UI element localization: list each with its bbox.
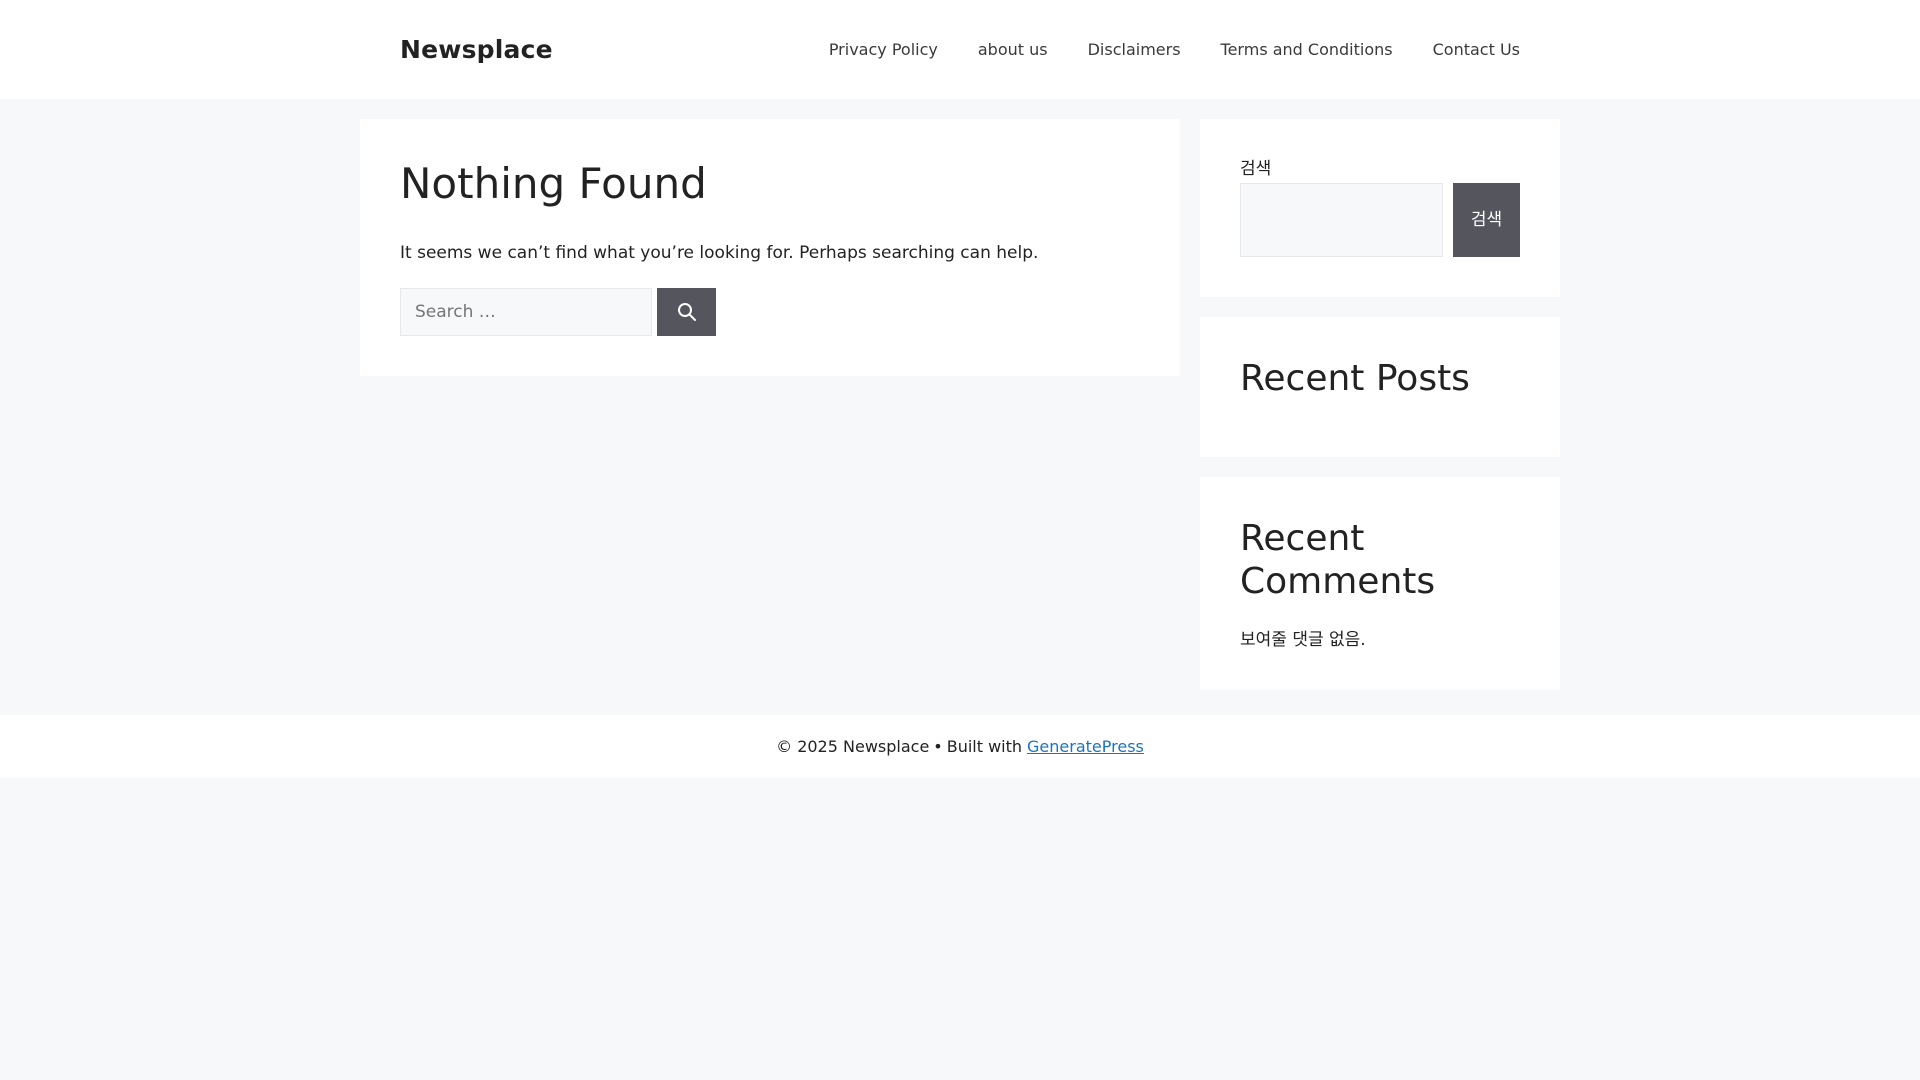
content-area: Nothing Found It seems we can’t find wha… bbox=[360, 99, 1560, 710]
main-content-card: Nothing Found It seems we can’t find wha… bbox=[360, 119, 1180, 377]
main-navigation: Privacy Policy about us Disclaimers Term… bbox=[809, 0, 1540, 99]
search-icon bbox=[677, 303, 696, 322]
nav-item-contact-us[interactable]: Contact Us bbox=[1413, 0, 1540, 99]
search-widget-input[interactable] bbox=[1240, 183, 1443, 258]
recent-comments-widget: Recent Comments 보여줄 댓글 없음. bbox=[1200, 476, 1560, 690]
footer-copyright: © 2025 Newsplace bbox=[776, 737, 930, 756]
footer-generatepress-link[interactable]: GeneratePress bbox=[1027, 737, 1144, 756]
search-widget: 검색 검색 bbox=[1200, 119, 1560, 298]
sidebar: 검색 검색 Recent Posts Recent Comments 보여줄 댓… bbox=[1200, 119, 1560, 710]
header-inner: Newsplace Privacy Policy about us Discla… bbox=[360, 0, 1560, 99]
recent-comments-empty-text: 보여줄 댓글 없음. bbox=[1240, 629, 1366, 650]
no-results-message: It seems we can’t find what you’re looki… bbox=[400, 243, 1039, 264]
page-title: Nothing Found bbox=[400, 159, 707, 208]
search-input[interactable] bbox=[400, 288, 652, 337]
nav-item-disclaimers[interactable]: Disclaimers bbox=[1068, 0, 1201, 99]
search-widget-form: 검색 bbox=[1240, 183, 1520, 258]
site-header: Newsplace Privacy Policy about us Discla… bbox=[0, 0, 1920, 99]
site-title-link[interactable]: Newsplace bbox=[400, 35, 553, 64]
search-widget-label: 검색 bbox=[1240, 159, 1272, 179]
footer-separator: • bbox=[933, 737, 943, 756]
nav-item-terms-and-conditions[interactable]: Terms and Conditions bbox=[1201, 0, 1413, 99]
site-footer: © 2025 Newsplace • Built with GeneratePr… bbox=[0, 715, 1920, 778]
search-submit-button[interactable] bbox=[657, 288, 716, 337]
main-search-form bbox=[400, 288, 1140, 337]
search-widget-button[interactable]: 검색 bbox=[1453, 183, 1520, 258]
nav-item-about-us[interactable]: about us bbox=[958, 0, 1068, 99]
recent-comments-title: Recent Comments bbox=[1240, 517, 1436, 602]
nav-item-privacy-policy[interactable]: Privacy Policy bbox=[809, 0, 958, 99]
recent-posts-widget: Recent Posts bbox=[1200, 317, 1560, 457]
footer-built-with: Built with bbox=[946, 737, 1023, 756]
recent-posts-title: Recent Posts bbox=[1240, 358, 1470, 400]
